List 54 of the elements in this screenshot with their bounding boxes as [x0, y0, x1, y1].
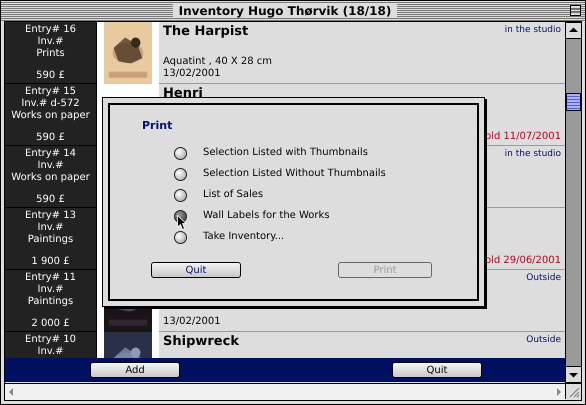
work-date: 13/02/2001 [163, 316, 221, 328]
entry-number: Entry# 15 [25, 86, 76, 98]
entry-number: Entry# 10 [25, 334, 76, 346]
location-label: in the studio [504, 24, 561, 36]
option-label[interactable]: Take Inventory... [203, 230, 284, 244]
work-title: Henri [163, 86, 203, 102]
cursor-icon [177, 215, 187, 231]
collapse-box-icon[interactable] [570, 5, 581, 16]
quit-button[interactable]: Quit [151, 262, 241, 278]
category-label: Works on paper [11, 172, 90, 184]
inventory-number: Inv.# [38, 222, 64, 234]
radio-button[interactable] [174, 168, 187, 180]
inventory-number: Inv.# d-572 [21, 98, 80, 110]
work-title: Shipwreck [163, 334, 239, 350]
radio-button[interactable] [174, 188, 187, 202]
dialog-title: Print [142, 119, 174, 132]
price-label: 2 000 £ [31, 318, 70, 330]
vertical-scrollbar[interactable] [565, 22, 581, 383]
category-label: Prints [36, 48, 65, 60]
category-label: Works on paper [11, 110, 90, 122]
price-label: 1 900 £ [31, 256, 70, 268]
option-label[interactable]: Wall Labels for the Works [203, 209, 330, 223]
work-title: The Harpist [163, 24, 248, 40]
price-label: 590 £ [36, 70, 65, 82]
inventory-number: Inv.# [38, 346, 64, 358]
horizontal-scrollbar[interactable] [5, 384, 565, 400]
scroll-down-icon[interactable] [566, 366, 581, 383]
option-label[interactable]: Selection Listed with Thumbnails [203, 146, 368, 160]
scroll-up-icon[interactable] [566, 22, 581, 39]
radio-button[interactable] [174, 146, 187, 160]
entry-number: Entry# 16 [25, 24, 76, 36]
location-label: Outside [526, 334, 561, 346]
inventory-number: Inv.# [38, 160, 64, 172]
option-label[interactable]: Selection Listed Without Thumbnails [203, 167, 386, 181]
location-label: in the studio [504, 148, 561, 160]
resize-grip-icon[interactable] [565, 384, 581, 399]
quit-button[interactable]: Quit [392, 362, 482, 378]
entry-number: Entry# 13 [25, 210, 76, 222]
price-label: 590 £ [36, 194, 65, 206]
category-label: Paintings [28, 296, 74, 308]
location-label: Outside [526, 272, 561, 284]
option-label[interactable]: List of Sales [203, 188, 264, 202]
work-date: 13/02/2001 [163, 68, 221, 80]
work-details: Aquatint , 40 X 28 cm [163, 56, 274, 68]
entry-number: Entry# 14 [25, 148, 76, 160]
entry-number: Entry# 11 [25, 272, 76, 284]
scroll-thumb[interactable] [566, 93, 581, 111]
window-title: Inventory Hugo Thørvik (18/18) [172, 4, 398, 18]
inventory-number: Inv.# [38, 284, 64, 296]
category-label: Paintings [28, 234, 74, 246]
add-button[interactable]: Add [90, 362, 180, 378]
inventory-number: Inv.# [38, 36, 64, 48]
price-label: 590 £ [36, 132, 65, 144]
radio-button[interactable] [174, 230, 187, 244]
